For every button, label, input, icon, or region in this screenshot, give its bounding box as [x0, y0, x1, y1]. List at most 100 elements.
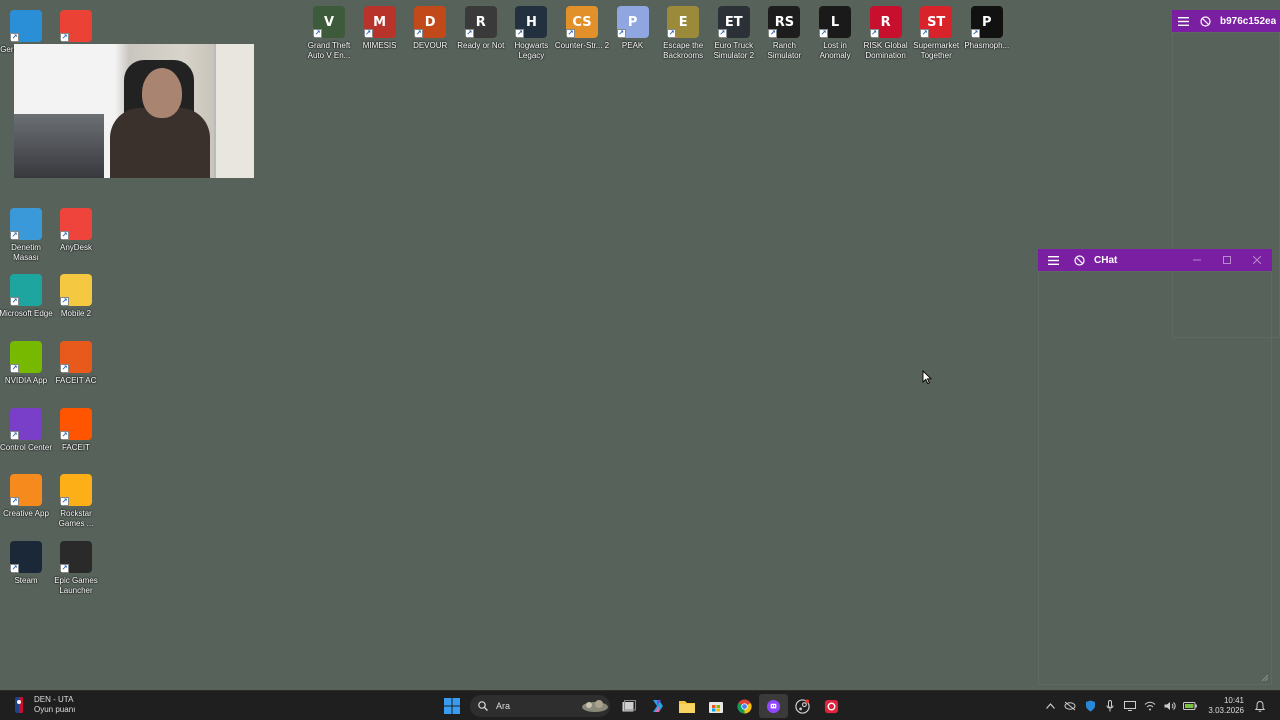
hidden-eye-icon[interactable] — [1060, 694, 1080, 718]
desktop-icon-rockstar[interactable]: ↗ Rockstar Games ... — [50, 474, 102, 529]
desktop-icon-epic-games[interactable]: ↗ Epic Games Launcher — [50, 541, 102, 596]
desktop-icon-label: Euro Truck Simulator 2 — [713, 41, 755, 60]
minimize-button[interactable] — [1182, 249, 1212, 271]
creative-app-icon: ↗ — [10, 474, 42, 506]
chevron-up-icon[interactable] — [1040, 694, 1060, 718]
taskbar-search[interactable]: Ara — [470, 695, 610, 717]
supermarket-icon: ST ↗ — [920, 6, 953, 38]
shortcut-arrow-icon: ↗ — [414, 29, 424, 38]
desktop-icon-mimesis[interactable]: M ↗ MIMESIS — [354, 6, 406, 51]
menu-icon[interactable] — [1042, 249, 1064, 271]
desktop-icon-label: Control Center — [0, 443, 53, 452]
resize-grip-icon[interactable] — [1260, 673, 1268, 681]
desktop-icon-label: Epic Games Launcher — [54, 576, 98, 595]
shortcut-arrow-icon: ↗ — [60, 231, 69, 240]
store-button[interactable] — [701, 694, 730, 718]
shortcut-arrow-icon: ↗ — [60, 564, 69, 573]
notification-icon[interactable] — [1250, 694, 1270, 718]
desktop-icon-label: Mobile 2 — [60, 309, 92, 318]
chrome-button[interactable] — [730, 694, 759, 718]
desktop-icon-gta[interactable]: V ↗ Grand Theft Auto V En... — [303, 6, 355, 61]
taskbar: DEN - UTA Oyun puanı Ara 10:41 3.03.2026 — [0, 690, 1280, 720]
desktop-icon-euro-truck[interactable]: ET ↗ Euro Truck Simulator 2 — [708, 6, 760, 61]
desktop-icon-label: Lost in Anomaly — [819, 41, 851, 60]
desktop-icon-hogwarts[interactable]: H ↗ Hogwarts Legacy — [505, 6, 557, 61]
desktop-icon-backrooms[interactable]: E ↗ Escape the Backrooms — [657, 6, 709, 61]
start-button[interactable] — [437, 694, 466, 718]
icon-glyph: ET — [724, 14, 743, 30]
recording-app-button[interactable] — [817, 694, 846, 718]
desktop-icon-anydesk[interactable]: ↗ AnyDesk — [50, 208, 102, 253]
rockstar-icon: ↗ — [60, 474, 92, 506]
file-explorer-button[interactable] — [672, 694, 701, 718]
desktop-icon-lost-in-anomaly[interactable]: L ↗ Lost in Anomaly — [809, 6, 861, 61]
recording-app-icon — [824, 699, 839, 713]
shortcut-arrow-icon: ↗ — [313, 29, 322, 38]
chat-title: CHat — [1094, 254, 1118, 266]
desktop-icon-control-center[interactable]: ↗ Control Center — [0, 408, 52, 453]
desktop-icon-label: Supermarket Together — [913, 41, 960, 60]
menu-icon[interactable] — [1172, 10, 1194, 32]
shortcut-arrow-icon: ↗ — [566, 29, 575, 38]
twitch-button[interactable] — [759, 694, 788, 718]
shortcut-arrow-icon: ↗ — [10, 297, 19, 306]
icon-glyph: E — [678, 14, 688, 30]
desktop-icon-edge[interactable]: ↗ Microsoft Edge — [0, 274, 53, 319]
desktop-icon-label: FACEIT — [61, 443, 90, 452]
desktop-icon-ranch-simulator[interactable]: RS ↗ Ranch Simulator — [758, 6, 810, 61]
desktop-icon-folder[interactable]: ↗ Mobile 2 — [50, 274, 102, 319]
shortcut-arrow-icon: ↗ — [667, 29, 677, 38]
mimesis-icon: M ↗ — [363, 6, 396, 38]
desktop-icon-risk[interactable]: R ↗ RISK Global Domination — [860, 6, 912, 61]
icon-glyph: L — [830, 14, 840, 30]
icon-glyph: R — [880, 14, 891, 30]
shortcut-arrow-icon: ↗ — [363, 29, 373, 38]
desktop-icon-faceit-ac[interactable]: ↗ FACEIT AC — [50, 341, 102, 386]
desktop-icon-faceit[interactable]: ↗ FACEIT — [50, 408, 102, 453]
desktop-icon-phasmophobia[interactable]: P ↗ Phasmoph... — [961, 6, 1013, 51]
display-icon[interactable] — [1120, 694, 1140, 718]
desktop: ↗Geri Dönüşü...↗Google Chrome↗Denetim Ma… — [0, 0, 1280, 690]
chat-title-bar[interactable]: CHat — [1038, 249, 1272, 271]
task-view-icon — [622, 700, 636, 712]
desktop-icon-counter-strike[interactable]: CS ↗ Counter-Str... 2 — [555, 6, 609, 51]
shortcut-arrow-icon: ↗ — [464, 29, 474, 38]
desktop-icon-peak[interactable]: P ↗ PEAK — [607, 6, 659, 51]
desktop-icon-label: MIMESIS — [362, 41, 397, 50]
security-shield-icon[interactable] — [1080, 694, 1100, 718]
recycle-bin-icon: ↗ — [10, 10, 42, 42]
copilot-icon — [652, 700, 663, 712]
shortcut-arrow-icon: ↗ — [515, 29, 525, 38]
desktop-icon-nvidia[interactable]: ↗ NVIDIA App — [0, 341, 52, 386]
shortcut-arrow-icon: ↗ — [819, 29, 828, 38]
overlay-top-bar[interactable]: b976c152ea — [1172, 10, 1280, 32]
desktop-icon-control-panel[interactable]: ↗ Denetim Masası — [0, 208, 52, 263]
widgets-button[interactable]: DEN - UTA Oyun puanı — [12, 695, 75, 715]
copilot-button[interactable] — [643, 694, 672, 718]
hidden-icon[interactable] — [1068, 249, 1090, 271]
network-icon[interactable] — [1140, 694, 1160, 718]
desktop-icon-ready-or-not[interactable]: R ↗ Ready or Not — [455, 6, 507, 51]
desktop-icon-supermarket[interactable]: ST ↗ Supermarket Together — [910, 6, 962, 61]
desktop-icon-creative-app[interactable]: ↗ Creative App — [0, 474, 52, 519]
hidden-icon[interactable] — [1194, 10, 1216, 32]
desktop-icon-steam[interactable]: ↗ Steam — [0, 541, 52, 586]
battery-icon[interactable] — [1180, 694, 1200, 718]
volume-icon[interactable] — [1160, 694, 1180, 718]
maximize-button[interactable] — [1212, 249, 1242, 271]
task-view-button[interactable] — [614, 694, 643, 718]
overlay-top-title: b976c152ea — [1220, 15, 1277, 27]
desktop-icon-label: Ranch Simulator — [767, 41, 802, 60]
close-button[interactable] — [1242, 249, 1272, 271]
nvidia-icon: ↗ — [10, 341, 42, 373]
shortcut-arrow-icon: ↗ — [60, 497, 69, 506]
gta-icon: V ↗ — [313, 6, 345, 38]
desktop-icon-devour[interactable]: D ↗ DEVOUR — [404, 6, 456, 51]
clock[interactable]: 10:41 3.03.2026 — [1208, 696, 1244, 716]
desktop-icon-label: Grand Theft Auto V En... — [307, 41, 351, 60]
webcam-overlay — [14, 44, 254, 178]
steam-taskbar-button[interactable] — [788, 694, 817, 718]
desktop-icon-label: DEVOUR — [413, 41, 448, 50]
chrome-icon: ↗ — [60, 10, 92, 42]
microphone-icon[interactable] — [1100, 694, 1120, 718]
